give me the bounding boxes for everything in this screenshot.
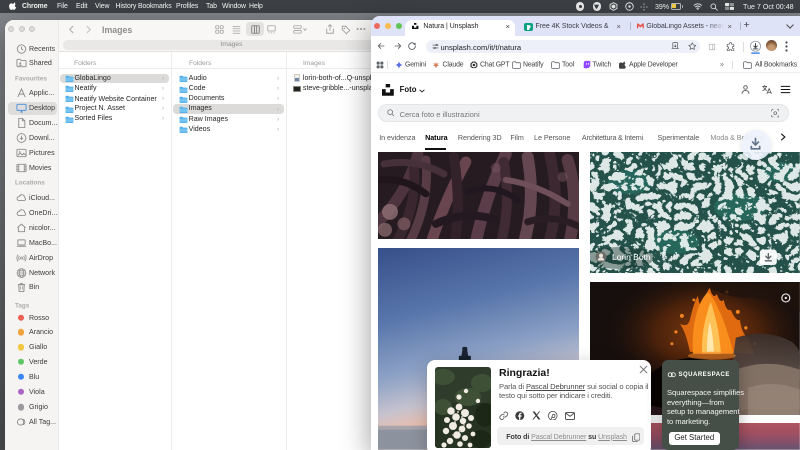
svg-text:Lorin Both: Lorin Both [612,251,651,261]
